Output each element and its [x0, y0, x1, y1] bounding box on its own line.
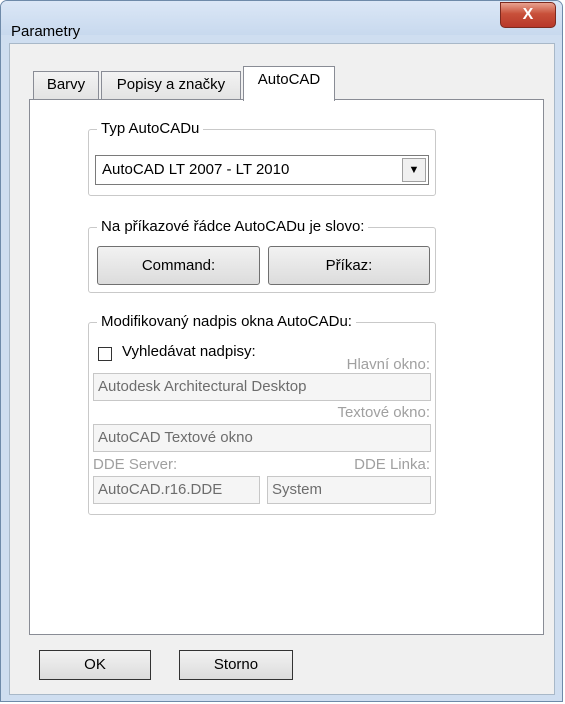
tab-autocad[interactable]: AutoCAD	[243, 66, 335, 101]
text-window-title-field[interactable]: AutoCAD Textové okno	[93, 424, 431, 452]
cancel-button[interactable]: Storno	[179, 650, 293, 680]
tab-label: AutoCAD	[257, 71, 321, 88]
tab-label: Popisy a značky	[116, 76, 226, 93]
dde-linka-label: DDE Linka:	[354, 456, 430, 473]
tab-label: Barvy	[46, 76, 86, 93]
dde-server-label: DDE Server:	[93, 456, 178, 473]
prikaz-option-button[interactable]: Příkaz:	[268, 246, 430, 285]
dde-linka-field[interactable]: System	[267, 476, 431, 504]
title-bar[interactable]: Parametry X	[1, 1, 562, 40]
ok-button[interactable]: OK	[39, 650, 151, 680]
main-window-label: Hlavní okno:	[346, 356, 430, 373]
tab-popisy-a-znacky[interactable]: Popisy a značky	[101, 71, 241, 99]
close-button[interactable]: X	[500, 2, 556, 28]
button-label: Storno	[213, 656, 259, 673]
autocad-type-select[interactable]: AutoCAD LT 2007 - LT 2010 ▼	[95, 155, 429, 185]
autocad-type-value: AutoCAD LT 2007 - LT 2010	[102, 161, 290, 178]
typ-autocadu-label: Typ AutoCADu	[97, 120, 204, 138]
main-window-title-field[interactable]: Autodesk Architectural Desktop	[93, 373, 431, 401]
dropdown-arrow-icon[interactable]: ▼	[402, 158, 426, 182]
command-word-label: Na příkazové řádce AutoCADu je slovo:	[97, 218, 369, 236]
close-icon: X	[522, 6, 534, 23]
search-titles-label[interactable]: Vyhledávat nadpisy:	[122, 343, 256, 360]
button-label: Příkaz:	[325, 257, 373, 274]
window-title-group-label: Modifikovaný nadpis okna AutoCADu:	[97, 313, 356, 331]
command-option-button[interactable]: Command:	[97, 246, 260, 285]
tab-barvy[interactable]: Barvy	[33, 71, 99, 99]
search-titles-checkbox[interactable]	[98, 347, 112, 361]
dde-server-field[interactable]: AutoCAD.r16.DDE	[93, 476, 260, 504]
text-window-label: Textové okno:	[337, 404, 430, 421]
window-title: Parametry	[11, 23, 81, 40]
button-label: Command:	[141, 257, 216, 274]
button-label: OK	[84, 656, 106, 673]
